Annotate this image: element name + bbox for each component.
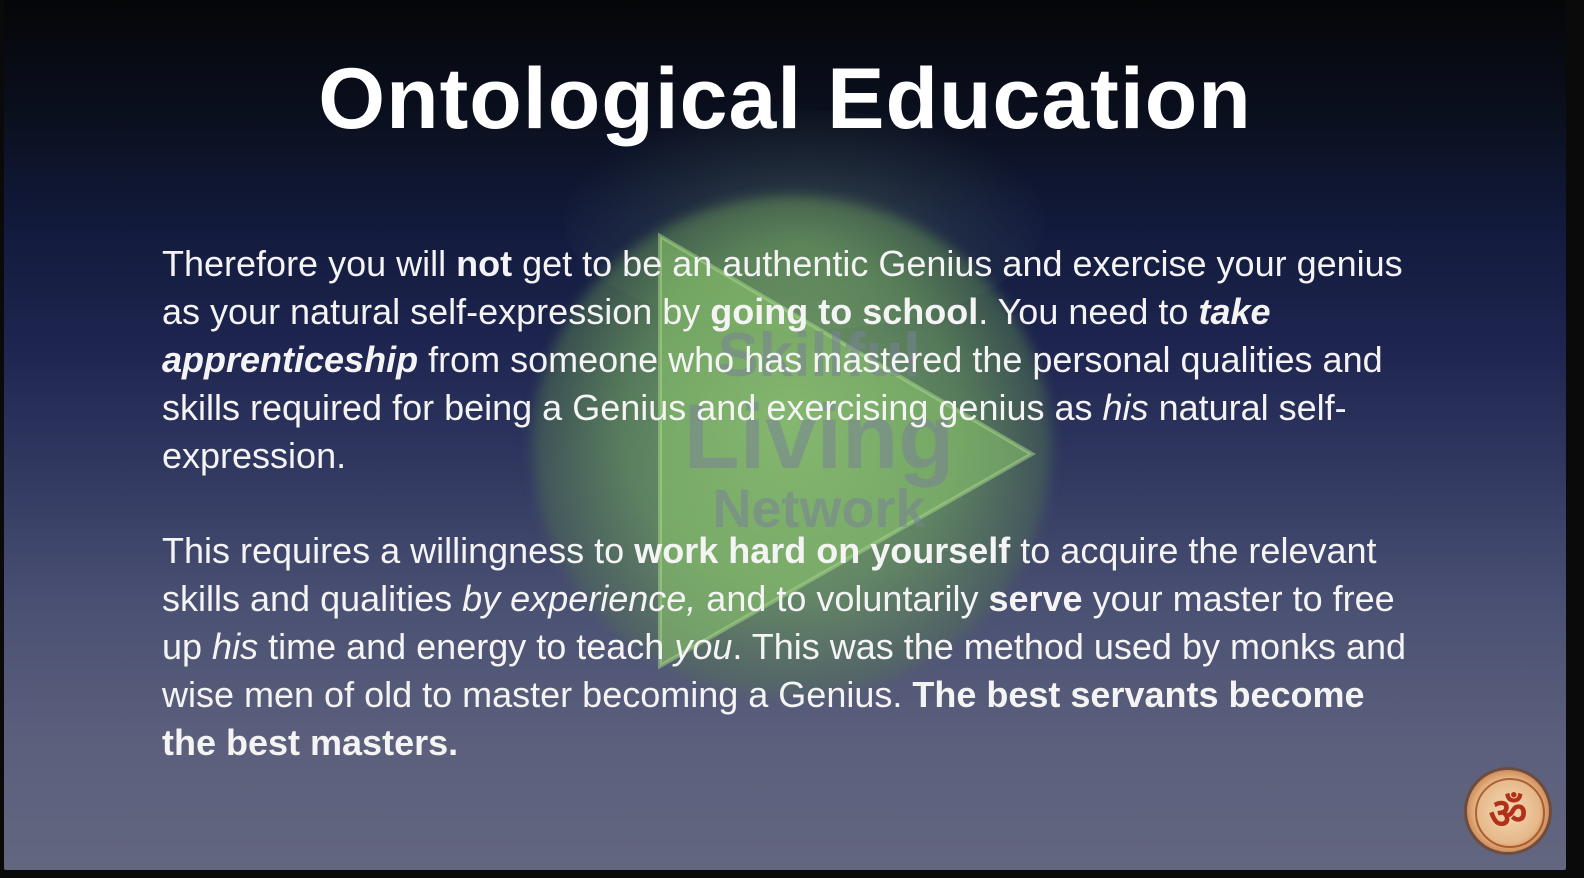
text-run: and to voluntarily bbox=[696, 578, 989, 619]
bold-run: work hard on yourself bbox=[634, 530, 1011, 571]
bold-run: going to school bbox=[710, 291, 979, 332]
om-symbol: ॐ bbox=[1488, 789, 1528, 838]
text-run: . You need to bbox=[978, 291, 1199, 332]
paragraph-2: This requires a willingness to work hard… bbox=[162, 527, 1422, 767]
video-frame: Skillful Living Network Ontological Educ… bbox=[0, 0, 1584, 878]
italic-run: you bbox=[674, 626, 733, 667]
paragraph-1: Therefore you will not get to be an auth… bbox=[162, 240, 1422, 480]
om-logo-icon: ॐ bbox=[1467, 770, 1549, 852]
bold-run: not bbox=[456, 243, 513, 284]
italic-run: by experience, bbox=[462, 578, 697, 619]
slide-body: Therefore you will not get to be an auth… bbox=[162, 240, 1422, 814]
slide-title: Ontological Education bbox=[318, 51, 1252, 147]
text-run: This requires a willingness to bbox=[162, 530, 635, 571]
bold-run: serve bbox=[988, 578, 1083, 619]
presentation-slide: Skillful Living Network Ontological Educ… bbox=[4, 0, 1566, 870]
italic-run: his bbox=[1102, 387, 1149, 428]
text-run: time and energy to teach bbox=[258, 626, 675, 667]
italic-run: his bbox=[212, 626, 259, 667]
text-run: Therefore you will bbox=[162, 243, 457, 284]
